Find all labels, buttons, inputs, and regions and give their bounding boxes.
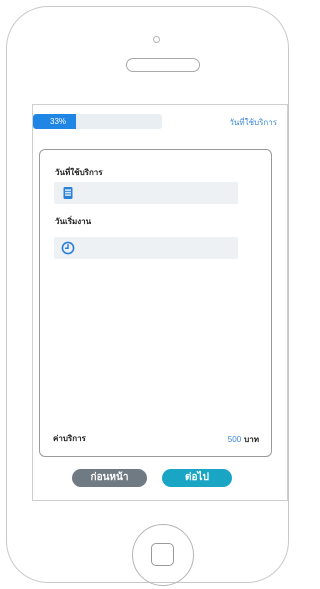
start-time-field[interactable]	[54, 237, 238, 259]
start-time-label: วันเริ่มงาน	[55, 217, 92, 226]
home-button[interactable]	[132, 524, 194, 586]
progress-fill: 33%	[33, 114, 76, 129]
calendar-icon	[63, 187, 73, 199]
progress-label: 33%	[50, 117, 67, 126]
next-button[interactable]: ต่อไป	[162, 469, 232, 487]
fee-value: 500 บาท	[228, 433, 259, 446]
home-square-icon	[151, 543, 174, 566]
fee-label: ค่าบริการ	[53, 434, 86, 443]
fee-amount: 500	[227, 435, 242, 444]
camera-icon	[153, 36, 160, 43]
service-date-label: วันที่ใช้บริการ	[55, 168, 103, 177]
fee-unit: บาท	[244, 435, 259, 444]
booking-form: วันที่ใช้บริการ วันเริ่มงาน ค่าบริการ 50…	[39, 149, 272, 457]
step-title: วันที่ใช้บริการ	[229, 118, 277, 127]
speaker-slot	[126, 58, 200, 72]
progress-bar: 33%	[33, 114, 162, 129]
back-button[interactable]: ก่อนหน้า	[72, 469, 147, 487]
clock-icon	[61, 241, 75, 255]
service-date-field[interactable]	[54, 182, 238, 204]
